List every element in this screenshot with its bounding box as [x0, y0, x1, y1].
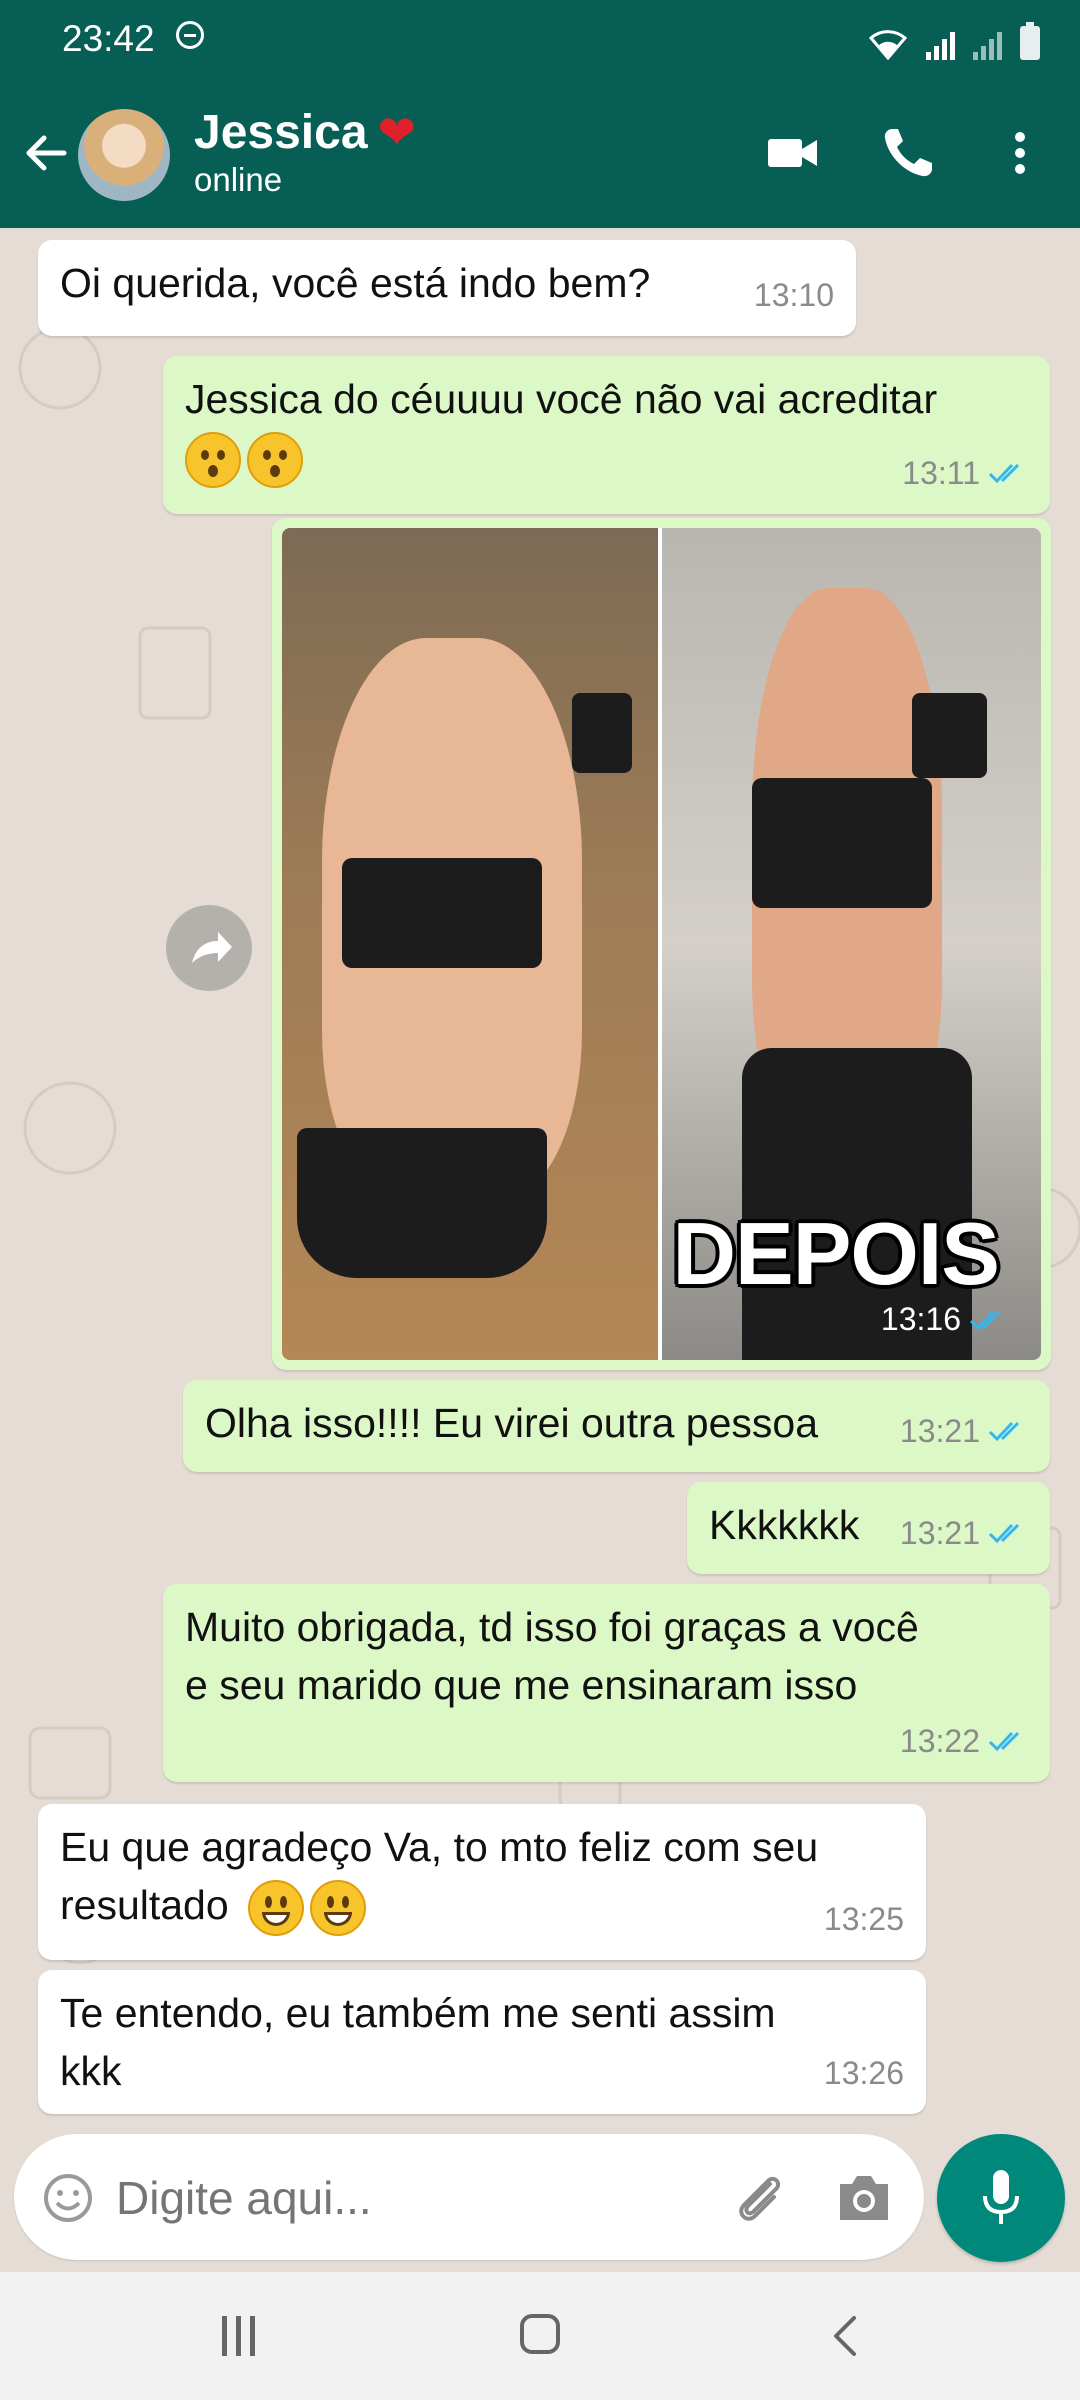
message-meta: 13:21: [900, 1504, 1028, 1562]
hushed-face-emoji: [185, 432, 241, 489]
mic-icon: [983, 2170, 1019, 2224]
grinning-face-emoji: [248, 1880, 305, 1937]
signal-icon: [926, 30, 955, 60]
video-call-icon[interactable]: [763, 123, 823, 183]
contact-name-text: Jessica: [194, 106, 368, 159]
system-nav-bar: [0, 2272, 1080, 2400]
message-text: e seu marido que me ensinaram isso: [185, 1662, 858, 1708]
before-after-photo[interactable]: DEPOIS 13:16: [282, 528, 1041, 1360]
message-time: 13:26: [823, 2055, 904, 2091]
message-incoming[interactable]: Oi querida, você está indo bem? 13:10: [38, 240, 856, 336]
photo-before-panel: [282, 528, 662, 1360]
status-icons: [868, 20, 1040, 61]
recent-apps-icon[interactable]: [222, 2316, 262, 2356]
message-text: Muito obrigada, td isso foi graças a voc…: [185, 1604, 919, 1650]
message-text: Olha isso!!!! Eu virei outra pessoa: [205, 1400, 819, 1446]
message-meta: 13:21: [900, 1402, 1028, 1460]
wifi-icon: [868, 28, 908, 61]
message-list[interactable]: Oi querida, você está indo bem? 13:10 Je…: [0, 228, 1080, 2128]
hushed-face-emoji: [247, 432, 303, 489]
message-incoming[interactable]: Te entendo, eu também me senti assim kkk…: [38, 1970, 926, 2114]
phone-icon[interactable]: [878, 123, 938, 183]
heart-emoji: ❤: [377, 106, 417, 158]
message-time: 13:22: [899, 1723, 980, 1759]
do-not-disturb-icon: [176, 21, 204, 49]
emoji-icon[interactable]: [42, 2172, 94, 2224]
mic-button[interactable]: [937, 2134, 1065, 2262]
message-time: 13:25: [823, 1901, 904, 1937]
message-meta: 13:11: [902, 444, 1028, 502]
message-composer: [14, 2134, 924, 2260]
avatar[interactable]: [78, 109, 170, 201]
image-caption: DEPOIS: [672, 1204, 1000, 1303]
battery-icon: [1020, 22, 1040, 60]
signal-2-icon: [973, 30, 1002, 60]
message-text: Jessica do céuuuu você não vai acreditar: [185, 376, 938, 422]
message-meta: 13:16: [881, 1301, 1009, 1338]
back-arrow-icon[interactable]: [20, 128, 70, 178]
message-meta: 13:26: [824, 2044, 904, 2102]
message-text: Eu que agradeço Va, to mto feliz com seu: [60, 1824, 819, 1870]
attach-icon[interactable]: [730, 2168, 790, 2228]
read-ticks-icon: [988, 1421, 1020, 1442]
read-ticks-icon: [988, 1731, 1020, 1752]
message-incoming[interactable]: Eu que agradeço Va, to mto feliz com seu…: [38, 1804, 926, 1960]
message-text: Oi querida, você está indo bem?: [60, 260, 651, 306]
message-input[interactable]: [114, 2170, 678, 2226]
message-meta: 13:10: [754, 266, 834, 324]
message-text: Kkkkkkk: [709, 1502, 860, 1548]
message-time: 13:10: [753, 277, 834, 313]
contact-name[interactable]: Jessica ❤: [194, 105, 416, 160]
chat-header: Jessica ❤ online: [0, 83, 1080, 228]
share-button[interactable]: [166, 905, 252, 991]
message-time: 13:21: [899, 1413, 980, 1449]
read-ticks-icon: [988, 1523, 1020, 1544]
grinning-face-emoji: [310, 1880, 367, 1937]
message-time: 13:21: [899, 1515, 980, 1551]
message-outgoing[interactable]: Muito obrigada, td isso foi graças a voc…: [163, 1584, 1050, 1782]
message-text: Te entendo, eu também me senti assim: [60, 1990, 776, 2036]
contact-status: online: [194, 161, 283, 198]
nav-back-icon[interactable]: [826, 2312, 866, 2360]
share-icon: [192, 932, 232, 963]
home-icon[interactable]: [520, 2314, 560, 2354]
status-time: 23:42: [62, 18, 155, 59]
read-ticks-icon: [988, 463, 1020, 484]
message-meta: 13:22: [900, 1712, 1028, 1770]
message-outgoing[interactable]: Kkkkkkk 13:21: [687, 1482, 1050, 1574]
read-ticks-icon: [969, 1310, 1001, 1330]
message-text: kkk: [60, 2048, 122, 2094]
message-text: resultado: [60, 1882, 229, 1928]
camera-icon[interactable]: [834, 2170, 894, 2226]
message-meta: 13:25: [824, 1890, 904, 1948]
message-outgoing[interactable]: Olha isso!!!! Eu virei outra pessoa 13:2…: [183, 1380, 1050, 1472]
message-time: 13:11: [902, 455, 980, 491]
more-vert-icon[interactable]: [1000, 123, 1040, 183]
image-message[interactable]: DEPOIS 13:16: [272, 518, 1051, 1370]
message-outgoing[interactable]: Jessica do céuuuu você não vai acreditar…: [163, 356, 1050, 514]
message-time: 13:16: [880, 1301, 961, 1337]
status-bar: 23:42: [0, 0, 1080, 83]
